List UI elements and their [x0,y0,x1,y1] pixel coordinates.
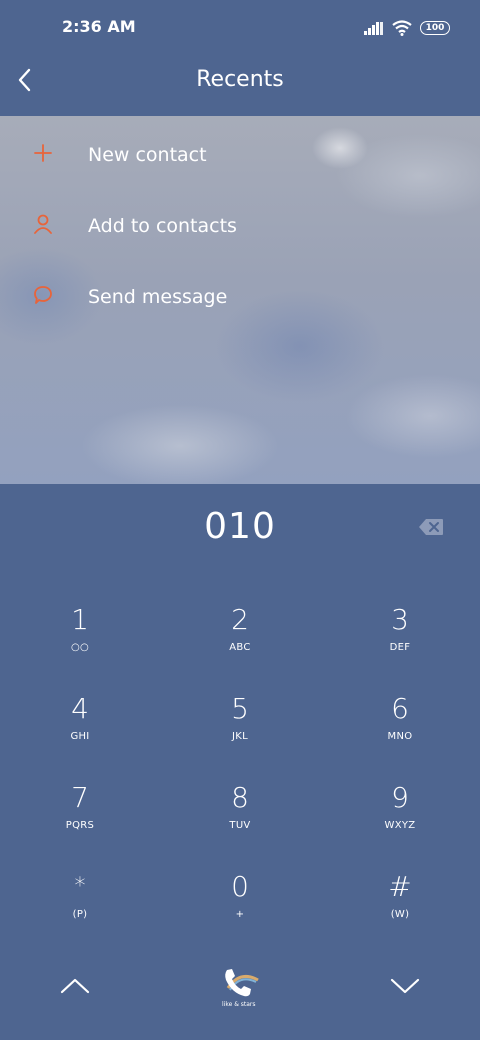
key-8[interactable]: 8 TUV [180,782,300,862]
key-digit: * [74,874,86,899]
key-0[interactable]: 0 + [180,871,300,951]
wifi-icon [392,20,412,36]
add-to-contacts-option[interactable]: Add to contacts [0,193,480,253]
backspace-button[interactable] [418,518,444,536]
new-contact-option[interactable]: New contact [0,122,480,182]
key-star[interactable]: * (P) [20,871,140,951]
key-letters: WXYZ [384,820,416,831]
key-letters: GHI [70,731,90,742]
key-7[interactable]: 7 PQRS [20,782,140,862]
key-letters: PQRS [65,820,95,831]
add-to-contacts-label: Add to contacts [88,215,237,237]
dialed-number: 010 [204,506,276,547]
status-icons: 100 [364,19,450,37]
key-3[interactable]: 3 DEF [340,604,460,684]
key-letters: ABC [229,642,251,653]
key-letters: MNO [387,731,413,742]
battery-icon: 100 [420,21,450,35]
key-letters: JKL [232,731,248,742]
call-button-caption: like & stars [222,1001,256,1008]
send-message-label: Send message [88,286,228,308]
key-digit: 7 [71,781,89,814]
key-digit: 0 [231,870,249,903]
chevron-up-icon[interactable] [58,974,92,998]
chevron-down-icon[interactable] [388,974,422,998]
key-digit: 1 [71,603,89,636]
key-digit: 8 [231,781,249,814]
key-5[interactable]: 5 JKL [180,693,300,773]
key-letters: (P) [72,909,88,920]
dialer-panel: 010 1 ○○ 2 ABC 3 DEF 4 GHI 5 JKL 6 MNO 7… [0,484,480,1040]
chat-bubble-icon [34,286,52,304]
backspace-icon [419,519,443,535]
bottom-bar: like & stars [0,960,480,1040]
key-1[interactable]: 1 ○○ [20,604,140,684]
key-letters: DEF [389,642,411,653]
send-message-option[interactable]: Send message [0,264,480,324]
header: Recents [0,56,480,116]
key-9[interactable]: 9 WXYZ [340,782,460,862]
plus-icon [34,144,52,162]
battery-level: 100 [425,23,445,33]
person-icon [34,214,52,234]
phone-icon [225,969,259,997]
page-title: Recents [196,67,284,92]
key-hash[interactable]: # (W) [340,871,460,951]
key-2[interactable]: 2 ABC [180,604,300,684]
key-digit: 9 [391,781,409,814]
voicemail-icon: ○○ [70,642,90,653]
status-time: 2:36 AM [62,17,136,36]
key-letters: + [235,909,245,920]
key-letters: (W) [390,909,410,920]
status-bar: 2:36 AM 100 [0,0,480,56]
key-digit: 4 [71,692,89,725]
key-digit: 6 [391,692,409,725]
key-letters: TUV [229,820,251,831]
key-digit: # [388,870,412,903]
new-contact-label: New contact [88,144,207,166]
key-4[interactable]: 4 GHI [20,693,140,773]
recents-options-panel: New contact Add to contacts Send message [0,116,480,484]
key-digit: 2 [231,603,249,636]
signal-icon [364,22,383,35]
key-digit: 3 [391,603,409,636]
key-6[interactable]: 6 MNO [340,693,460,773]
key-digit: 5 [231,692,249,725]
